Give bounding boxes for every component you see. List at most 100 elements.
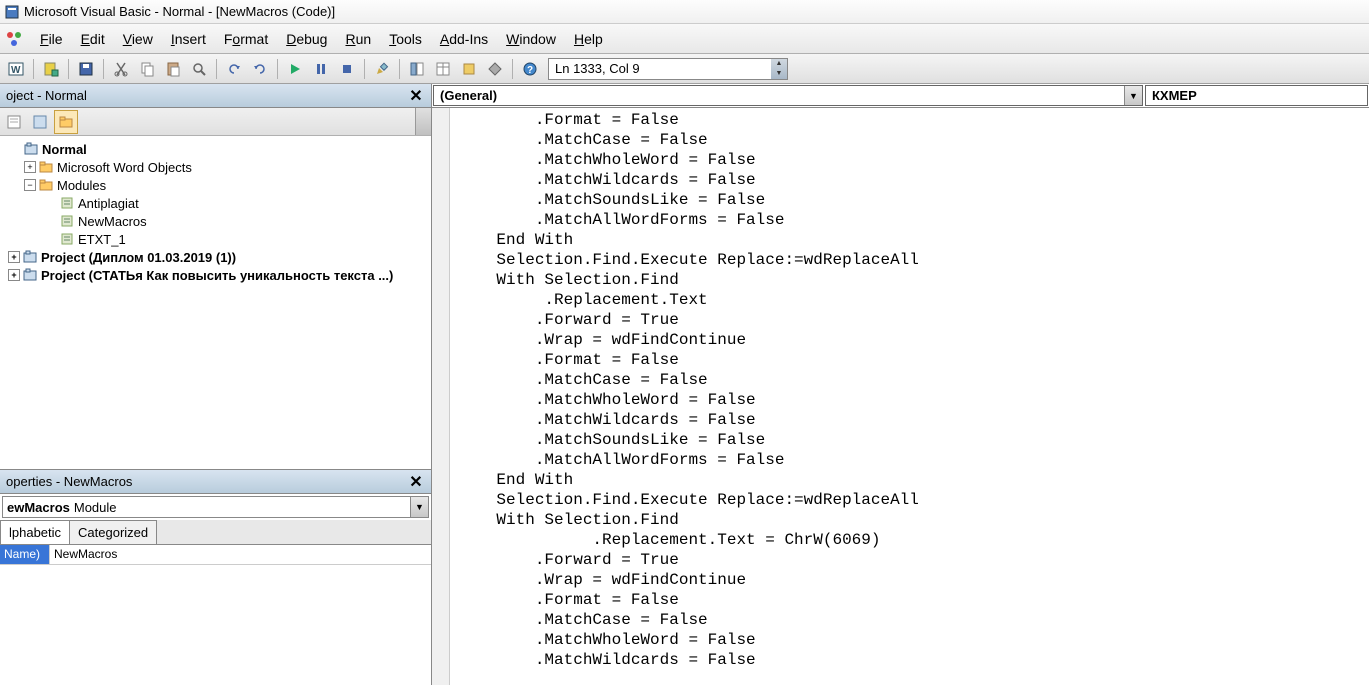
status-spinner[interactable]: ▲▼ [771,59,787,79]
menu-bar: File Edit View Insert Format Debug Run T… [0,24,1369,54]
tree-normal[interactable]: Normal [2,140,429,158]
design-mode-icon[interactable] [370,57,394,81]
menu-addins[interactable]: Add-Ins [432,27,496,51]
toolbar: W ? Ln 1333, Col 9 ▲▼ [0,54,1369,84]
separator [277,59,278,79]
object-dropdown-value: (General) [440,88,497,103]
tree-module-newmacros[interactable]: NewMacros [2,212,429,230]
cursor-position-text: Ln 1333, Col 9 [555,61,640,76]
properties-tabs: lphabetic Categorized [0,520,431,545]
toolbox-icon[interactable] [483,57,507,81]
menu-window[interactable]: Window [498,27,564,51]
find-icon[interactable] [187,57,211,81]
pause-icon[interactable] [309,57,333,81]
code-text-area[interactable]: .Format = False .MatchCase = False .Matc… [450,108,1369,685]
copy-icon[interactable] [135,57,159,81]
project-panel-toolbar [0,108,431,136]
object-browser-icon[interactable] [457,57,481,81]
tab-alphabetic[interactable]: lphabetic [0,520,70,544]
cursor-position-box: Ln 1333, Col 9 ▲▼ [548,58,788,80]
menu-view[interactable]: View [115,27,161,51]
svg-text:?: ? [527,65,533,76]
stop-icon[interactable] [335,57,359,81]
panel-scrollbar[interactable] [415,108,431,135]
project-panel-header: oject - Normal ✕ [0,84,431,108]
tree-modules[interactable]: − Modules [2,176,429,194]
code-editor[interactable]: .Format = False .MatchCase = False .Matc… [432,108,1369,685]
property-name-label: Name) [0,545,50,565]
title-text: Microsoft Visual Basic - Normal - [NewMa… [24,4,335,19]
properties-object-dropdown[interactable]: ewMacros Module ▼ [2,496,429,518]
code-panel: (General) ▼ КХМЕР .Format = False .Match… [432,84,1369,685]
code-margin [432,108,450,685]
separator [103,59,104,79]
separator [399,59,400,79]
menu-debug[interactable]: Debug [278,27,335,51]
property-name-value[interactable]: NewMacros [50,545,431,565]
properties-grid[interactable]: Name) NewMacros [0,545,431,565]
separator [512,59,513,79]
word-icon[interactable]: W [4,57,28,81]
separator [216,59,217,79]
view-object-icon[interactable] [28,110,52,134]
tab-categorized[interactable]: Categorized [69,520,157,544]
collapse-icon[interactable]: − [24,179,36,191]
app-icon [4,4,20,20]
tree-project1[interactable]: + Project (Диплом 01.03.2019 (1)) [2,248,429,266]
separator [364,59,365,79]
project-tree[interactable]: Normal + Microsoft Word Objects − Module… [0,136,431,469]
insert-module-icon[interactable] [39,57,63,81]
properties-object-name: ewMacros [7,500,70,515]
run-icon[interactable] [283,57,307,81]
tree-module-label: Antiplagiat [78,196,139,211]
code-dropdown-bar: (General) ▼ КХМЕР [432,84,1369,108]
help-icon[interactable]: ? [518,57,542,81]
menu-file[interactable]: File [32,27,71,51]
menu-edit[interactable]: Edit [73,27,113,51]
dropdown-arrow-icon[interactable]: ▼ [410,497,428,517]
redo-icon[interactable] [248,57,272,81]
properties-panel-close-icon[interactable]: ✕ [407,473,425,491]
procedure-dropdown-value: КХМЕР [1152,88,1197,103]
undo-icon[interactable] [222,57,246,81]
property-row-name[interactable]: Name) NewMacros [0,545,431,565]
menu-insert[interactable]: Insert [163,27,214,51]
project-panel-close-icon[interactable]: ✕ [407,87,425,105]
menu-help[interactable]: Help [566,27,611,51]
procedure-dropdown[interactable]: КХМЕР [1145,85,1368,106]
svg-text:W: W [11,65,21,76]
cut-icon[interactable] [109,57,133,81]
toggle-folders-icon[interactable] [54,110,78,134]
tree-module-etxt[interactable]: ETXT_1 [2,230,429,248]
expand-icon[interactable]: + [8,251,20,263]
expand-icon[interactable]: + [8,269,20,281]
properties-empty-space [0,565,431,685]
menu-tools[interactable]: Tools [381,27,430,51]
project-explorer-icon[interactable] [405,57,429,81]
vb-icon [4,29,24,49]
save-icon[interactable] [74,57,98,81]
tree-normal-label: Normal [42,142,87,157]
separator [33,59,34,79]
paste-icon[interactable] [161,57,185,81]
tree-project2-label: Project (СТАТЬя Как повысить уникальност… [41,268,393,283]
tree-word-objects[interactable]: + Microsoft Word Objects [2,158,429,176]
properties-panel-title: operties - NewMacros [6,474,407,489]
properties-object-type: Module [74,500,117,515]
properties-panel: operties - NewMacros ✕ ewMacros Module ▼… [0,469,431,685]
view-code-icon[interactable] [2,110,26,134]
properties-icon[interactable] [431,57,455,81]
tree-module-label: NewMacros [78,214,147,229]
object-dropdown[interactable]: (General) ▼ [433,85,1143,106]
separator [68,59,69,79]
menu-format[interactable]: Format [216,27,276,51]
tree-module-label: ETXT_1 [78,232,126,247]
tree-project2[interactable]: + Project (СТАТЬя Как повысить уникально… [2,266,429,284]
properties-panel-header: operties - NewMacros ✕ [0,470,431,494]
expand-icon[interactable]: + [24,161,36,173]
dropdown-arrow-icon[interactable]: ▼ [1124,86,1142,105]
tree-project1-label: Project (Диплом 01.03.2019 (1)) [41,250,236,265]
tree-word-objects-label: Microsoft Word Objects [57,160,192,175]
tree-module-antiplagiat[interactable]: Antiplagiat [2,194,429,212]
menu-run[interactable]: Run [337,27,379,51]
